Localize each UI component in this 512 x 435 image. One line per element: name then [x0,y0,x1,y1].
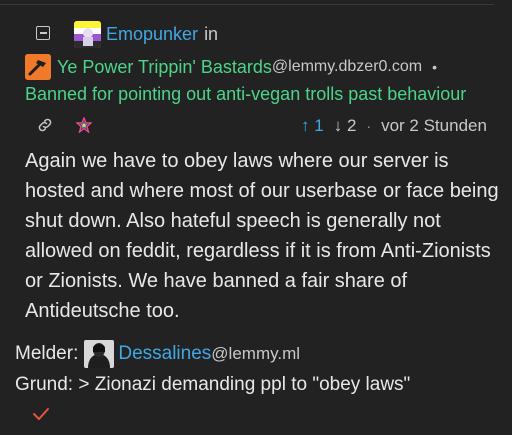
top-divider [0,4,494,5]
report-reason: Grund: > Zionazi demanding ppl to "obey … [15,374,411,395]
comment-body-line: shut down. Also hateful speech is genera… [25,210,441,232]
community-host: @lemmy.dbzer0.com [271,58,423,75]
author-line: Emopunker in [106,22,218,46]
instance-star-icon[interactable] [76,117,92,133]
comment-timestamp[interactable]: vor 2 Stunden [381,116,487,136]
reporter-avatar[interactable] [84,340,115,368]
post-title-link[interactable]: Banned for pointing out anti-vegan troll… [25,82,466,106]
upvote-button[interactable]: ↑ 1 [301,116,324,136]
collapse-minus-icon[interactable] [36,26,50,40]
reporter-host: @lemmy.ml [211,344,301,363]
comment-body-line: Again we have to obey laws where our ser… [25,150,449,172]
downvote-count: 2 [346,116,357,135]
community-separator: • [432,59,437,75]
comment-body-line: hosted and where most of our userbase or… [25,180,499,202]
link-icon[interactable] [36,116,54,134]
community-name-link[interactable]: Ye Power Trippin' Bastards [57,57,272,78]
reporter-line: Melder: Dessalines @lemmy.ml [15,340,300,368]
comment-body-line: Antideutsche too. [25,300,180,322]
community-line: Ye Power Trippin' Bastards @lemmy.dbzer0… [57,55,437,79]
hammer-icon [25,54,51,80]
author-avatar[interactable] [74,21,101,48]
comment-body-line: or Zionists. We have banned a fair share… [25,270,408,292]
upvote-arrow-icon: ↑ [301,116,310,135]
check-icon[interactable] [32,406,50,422]
community-icon[interactable] [25,54,51,80]
nonbinary-flag-avatar-icon [74,21,101,48]
reporter-portrait-icon [84,340,115,368]
comment-body-line: allowed on feddit, regardless if it is f… [25,240,491,262]
reporter-label: Melder: [15,343,79,364]
upvote-count: 1 [314,116,324,135]
downvote-button[interactable]: ↓ 2 [334,116,357,136]
comment-body: Again we have to obey laws where our ser… [25,146,505,326]
vote-bar: ↑ 1 ↓ 2 · vor 2 Stunden [301,114,487,138]
author-name-link[interactable]: Emopunker [106,24,198,45]
author-in-label: in [204,23,219,44]
meta-separator: · [366,118,372,134]
downvote-arrow-icon: ↓ [333,116,343,135]
reporter-name-link[interactable]: Dessalines [118,343,211,365]
